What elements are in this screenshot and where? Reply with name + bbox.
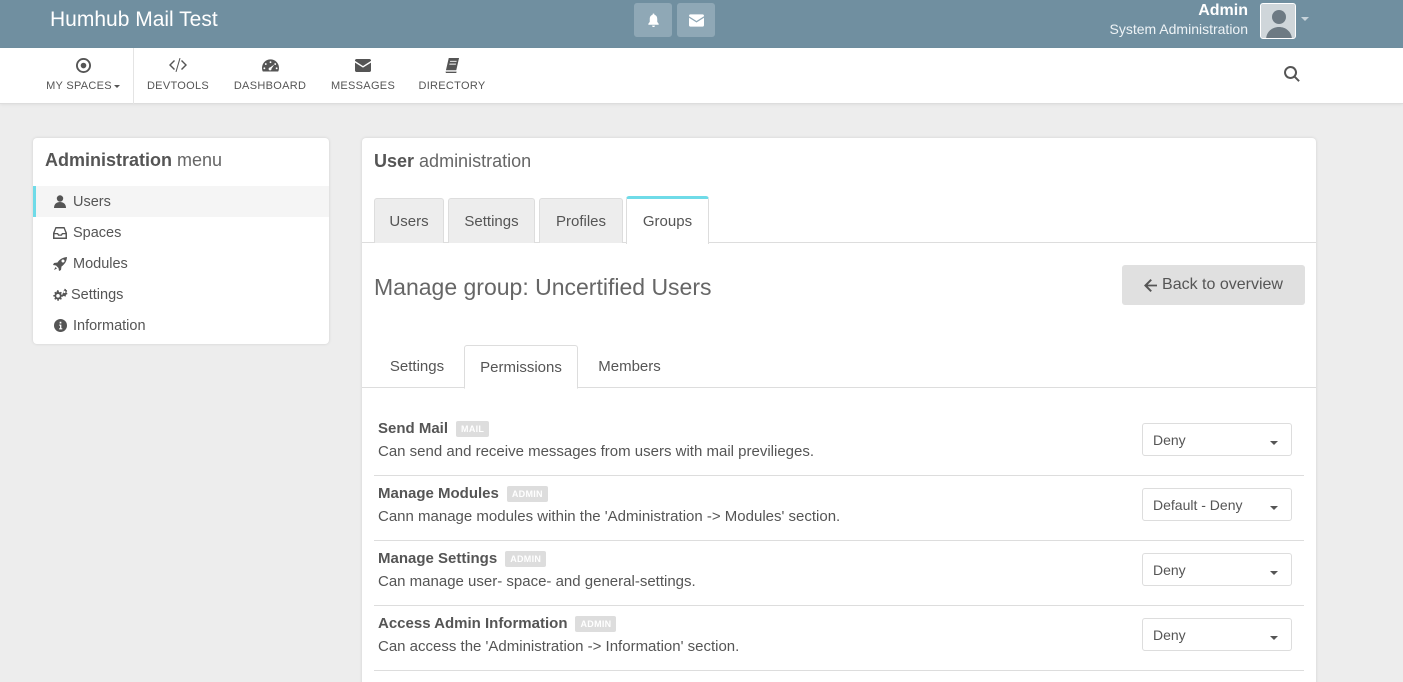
- nav-divider: [133, 48, 134, 104]
- nav-label: MY SPACES: [46, 80, 112, 92]
- permission-select-value: Deny: [1153, 561, 1186, 578]
- caret-down-icon: [1270, 506, 1278, 510]
- page-title-bold: User: [374, 151, 415, 171]
- cogs-icon: [53, 287, 68, 301]
- menu-item-label: Information: [73, 317, 146, 334]
- tachometer-icon: [261, 59, 279, 72]
- nav-label: DIRECTORY: [418, 80, 486, 92]
- group-tabs: Settings Permissions Members: [362, 345, 1316, 389]
- tab-members[interactable]: Members: [583, 345, 676, 388]
- code-icon: [169, 58, 187, 72]
- back-to-overview-button[interactable]: Back to overview: [1122, 265, 1305, 305]
- nav-label: MESSAGES: [330, 80, 396, 92]
- inbox-icon: [53, 226, 67, 239]
- user-administration-panel: User administration Users Settings Profi…: [362, 138, 1316, 682]
- caret-down-icon: [113, 84, 120, 88]
- permission-title: Access Admin Information ADMIN: [378, 615, 617, 632]
- group-title: Manage group: Uncertified Users: [374, 274, 712, 300]
- menu-item-label: Users: [73, 193, 111, 210]
- menu-item-label: Modules: [73, 255, 128, 272]
- admin-menu-item-modules[interactable]: Modules: [33, 248, 329, 279]
- rocket-icon: [53, 256, 67, 271]
- page-title-light: administration: [419, 151, 532, 171]
- tab-settings[interactable]: Settings: [448, 198, 535, 243]
- permission-row: Manage Modules ADMIN Cann manage modules…: [374, 476, 1304, 541]
- user-role: System Administration: [1109, 21, 1249, 37]
- admin-menu-item-information[interactable]: Information: [33, 310, 329, 341]
- permission-description: Can access the 'Administration -> Inform…: [378, 638, 740, 655]
- tab-profiles[interactable]: Profiles: [539, 198, 623, 243]
- nav-item-directory[interactable]: DIRECTORY: [418, 48, 486, 104]
- tab-users[interactable]: Users: [374, 198, 444, 243]
- admin-menu-item-spaces[interactable]: Spaces: [33, 217, 329, 248]
- arrow-left-icon: [1144, 278, 1158, 292]
- top-bar: Humhub Mail Test Admin System Administra…: [0, 0, 1403, 48]
- permission-select[interactable]: Default - Deny: [1142, 488, 1292, 521]
- menu-item-label: Settings: [71, 286, 124, 303]
- user-icon: [54, 195, 66, 208]
- nav-item-messages[interactable]: MESSAGES: [330, 48, 396, 104]
- permission-row: Manage Settings ADMIN Can manage user- s…: [374, 541, 1304, 606]
- permission-row: Send Mail MAIL Can send and receive mess…: [374, 411, 1304, 476]
- tab-group-settings[interactable]: Settings: [374, 345, 460, 388]
- permission-select[interactable]: Deny: [1142, 618, 1292, 651]
- nav-item-my-spaces[interactable]: MY SPACES: [46, 48, 120, 104]
- caret-down-icon: [1270, 636, 1278, 640]
- tab-permissions[interactable]: Permissions: [464, 345, 578, 389]
- avatar[interactable]: [1260, 3, 1296, 39]
- menu-item-label: Spaces: [73, 224, 122, 241]
- page-title: User administration: [374, 151, 531, 172]
- permission-select[interactable]: Deny: [1142, 423, 1292, 456]
- permission-title: Manage Settings ADMIN: [378, 550, 547, 567]
- permission-description: Can manage user- space- and general-sett…: [378, 573, 696, 590]
- admin-menu-title-light: menu: [177, 150, 223, 170]
- caret-down-icon: [1270, 571, 1278, 575]
- permission-select-value: Deny: [1153, 626, 1186, 643]
- permission-description: Cann manage modules within the 'Administ…: [378, 508, 841, 525]
- book-icon: [444, 57, 459, 73]
- bell-icon: [647, 13, 659, 28]
- permission-select-value: Deny: [1153, 431, 1186, 448]
- chevron-down-icon[interactable]: [1301, 17, 1309, 21]
- permission-badge: ADMIN: [575, 615, 617, 632]
- admin-menu-title-bold: Administration: [45, 150, 173, 170]
- permission-name: Manage Settings: [378, 550, 498, 567]
- nav-label: DEVTOOLS: [146, 80, 210, 92]
- permission-select[interactable]: Deny: [1142, 553, 1292, 586]
- permission-name: Send Mail: [378, 420, 449, 437]
- envelope-icon: [688, 13, 704, 27]
- permission-badge: ADMIN: [505, 550, 547, 567]
- admin-menu-title: Administration menu: [45, 150, 222, 171]
- search-icon: [1284, 66, 1300, 82]
- admin-menu-item-users[interactable]: Users: [33, 186, 329, 217]
- admin-tabs: Users Settings Profiles Groups: [362, 196, 1316, 244]
- permission-name: Access Admin Information: [378, 615, 568, 632]
- search-button[interactable]: [1284, 66, 1300, 87]
- main-navigation: MY SPACES DEVTOOLS DASHBOARD MESSAGES DI…: [0, 48, 1403, 104]
- permission-badge: ADMIN: [506, 485, 548, 502]
- permission-description: Can send and receive messages from users…: [378, 443, 815, 460]
- tab-groups[interactable]: Groups: [626, 196, 709, 244]
- dot-circle-icon: [75, 57, 91, 73]
- caret-down-icon: [1270, 441, 1278, 445]
- envelope-icon: [355, 58, 371, 72]
- permission-name: Manage Modules: [378, 485, 499, 502]
- info-circle-icon: [53, 319, 67, 332]
- admin-menu-item-settings[interactable]: Settings: [33, 279, 329, 310]
- permission-badge: MAIL: [456, 420, 490, 437]
- permission-row: Access Admin Information ADMIN Can acces…: [374, 606, 1304, 671]
- messages-button[interactable]: [677, 3, 715, 37]
- nav-label: DASHBOARD: [233, 80, 307, 92]
- nav-item-dashboard[interactable]: DASHBOARD: [234, 48, 306, 104]
- nav-item-devtools[interactable]: DEVTOOLS: [146, 48, 210, 104]
- back-button-label: Back to overview: [1162, 276, 1283, 293]
- permission-select-value: Default - Deny: [1153, 496, 1243, 513]
- permission-title: Manage Modules ADMIN: [378, 485, 548, 502]
- user-name[interactable]: Admin: [1198, 2, 1248, 20]
- brand-title[interactable]: Humhub Mail Test: [50, 8, 218, 32]
- administration-menu: Administration menu Users Spaces Modules…: [33, 138, 329, 344]
- permission-title: Send Mail MAIL: [378, 420, 490, 437]
- notifications-button[interactable]: [634, 3, 672, 37]
- user-silhouette-icon: [1261, 4, 1295, 38]
